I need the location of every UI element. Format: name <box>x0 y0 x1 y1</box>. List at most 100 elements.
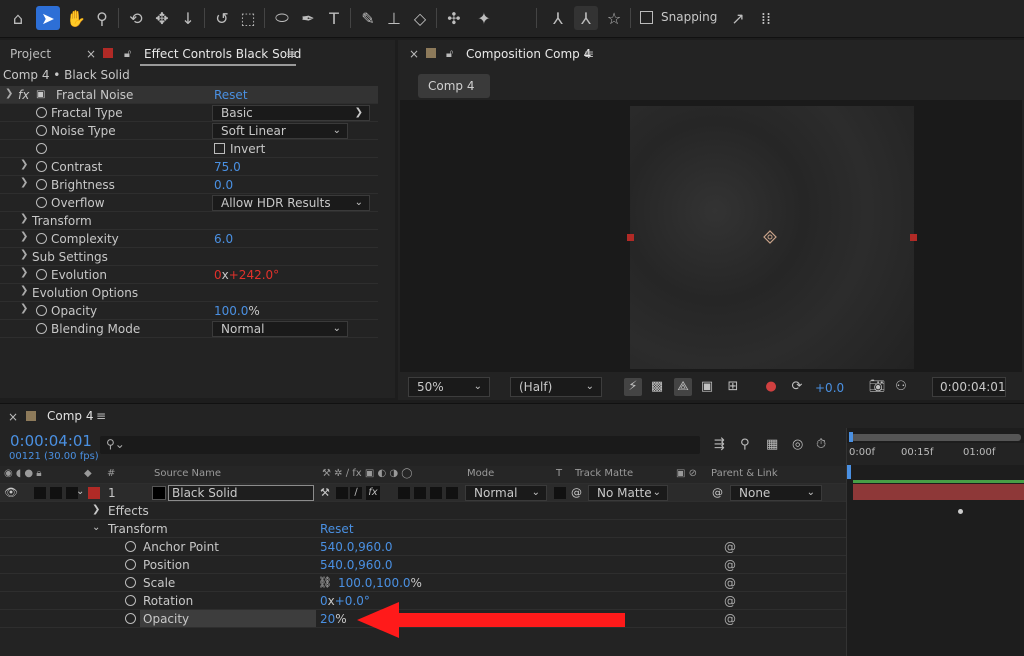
guides-icon[interactable]: ⊞ <box>724 378 742 396</box>
region-of-interest-icon[interactable]: ▣ <box>698 378 716 396</box>
layer-name-field[interactable]: Black Solid <box>168 485 314 501</box>
mask-path-icon[interactable]: ⟁ <box>674 378 692 396</box>
expression-pickwhip-icon[interactable]: @ <box>724 540 736 554</box>
snapshot-camera-icon[interactable]: 📷︎ <box>868 378 886 396</box>
stopwatch-icon[interactable] <box>36 107 47 118</box>
source-name-header[interactable]: Source Name <box>154 468 221 479</box>
eraser-tool-icon[interactable]: ◇ <box>408 6 432 30</box>
exposure-value[interactable]: +0.0 <box>815 381 844 395</box>
panel-menu-icon[interactable]: ≡ <box>584 47 594 61</box>
stopwatch-icon[interactable] <box>36 305 47 316</box>
anchor-point-icon[interactable] <box>763 230 777 244</box>
transform-reset-link[interactable]: Reset <box>320 522 354 536</box>
layer-handle-left[interactable] <box>627 234 634 241</box>
stopwatch-icon[interactable] <box>36 323 47 334</box>
stopwatch-icon[interactable] <box>36 233 47 244</box>
show-snapshot-icon[interactable]: ⚇ <box>892 378 910 396</box>
timeline-tracks[interactable]: 0:00f 00:15f 01:00f <box>846 428 1024 656</box>
twirl-down-icon[interactable]: ⌄ <box>76 486 84 497</box>
scale-value[interactable]: 100.0,100.0% <box>338 576 422 590</box>
expression-pickwhip-icon[interactable]: @ <box>724 612 736 626</box>
lock-icon[interactable]: 🔓︎ <box>124 47 131 61</box>
lock-icon[interactable]: 🔓︎ <box>446 47 453 61</box>
stopwatch-icon[interactable] <box>125 577 136 588</box>
twirl-icon[interactable]: ❯ <box>20 213 28 224</box>
complexity-value[interactable]: 6.0 <box>214 232 233 246</box>
selection-tool-icon[interactable]: ➤ <box>36 6 60 30</box>
transparency-grid-icon[interactable]: ▩ <box>648 378 666 396</box>
anchor-point-value[interactable]: 540.0,960.0 <box>320 540 393 554</box>
preserve-transparency-toggle[interactable] <box>554 487 566 499</box>
clone-stamp-icon[interactable]: ⊥ <box>382 6 406 30</box>
twirl-icon[interactable]: ❯ <box>20 159 28 170</box>
close-tab-icon[interactable]: × <box>8 410 18 424</box>
group-row-transform[interactable]: ❯ Transform <box>0 212 378 230</box>
snap-arrow-icon[interactable]: ↗ <box>726 6 750 30</box>
twirl-down-icon[interactable]: ⌄ <box>92 522 100 533</box>
stopwatch-icon[interactable] <box>36 161 47 172</box>
hand-tool-icon[interactable]: ✋ <box>64 6 88 30</box>
resolution-dropdown[interactable]: (Half) ⌄ <box>510 377 602 397</box>
dolly-camera-icon[interactable]: ↓ <box>176 6 200 30</box>
stopwatch-icon[interactable] <box>36 197 47 208</box>
color-channels-icon[interactable]: ● <box>762 378 780 396</box>
fractal-type-dropdown[interactable]: Basic ❯ <box>212 105 370 121</box>
type-tool-icon[interactable]: T <box>322 6 346 30</box>
twirl-icon[interactable]: ❯ <box>20 267 28 278</box>
comp-canvas[interactable] <box>627 106 917 369</box>
current-time-display[interactable]: 0:00:04:01 <box>932 377 1006 397</box>
frame-blend-switch[interactable] <box>398 487 410 499</box>
zoom-tool-icon[interactable]: ⚲ <box>90 6 114 30</box>
close-tab-icon[interactable]: × <box>86 47 96 61</box>
stopwatch-icon[interactable] <box>36 179 47 190</box>
stopwatch-icon[interactable] <box>125 613 136 624</box>
graph-editor-icon[interactable]: ⏱ <box>816 437 826 452</box>
noise-type-dropdown[interactable]: Soft Linear ⌄ <box>212 123 348 139</box>
tab-timeline-comp[interactable]: Comp 4 <box>47 409 93 423</box>
constrain-link-icon[interactable]: ⛓ <box>318 576 332 589</box>
stopwatch-icon[interactable] <box>36 269 47 280</box>
opacity-value[interactable]: 20% <box>320 612 347 626</box>
position-value[interactable]: 540.0,960.0 <box>320 558 393 572</box>
effect-reset-link[interactable]: Reset <box>214 88 248 102</box>
twirl-icon[interactable]: ❯ <box>20 303 28 314</box>
fx-switch[interactable]: fx <box>366 486 380 500</box>
stopwatch-icon[interactable] <box>125 559 136 570</box>
comp-flowchart-icon[interactable]: ⇶ <box>714 437 725 452</box>
matte-pickwhip-icon[interactable]: @ <box>571 486 582 499</box>
group-row-effects[interactable]: ❯ Effects <box>0 502 846 520</box>
solo-toggle[interactable] <box>50 487 62 499</box>
time-ruler[interactable]: 0:00f 00:15f 01:00f <box>847 443 1024 465</box>
quality-switch[interactable]: ∕ <box>350 487 362 499</box>
layer-search-input[interactable]: ⚲⌄ <box>100 436 700 454</box>
stopwatch-icon[interactable] <box>36 143 47 154</box>
roto-brush-icon[interactable]: ✣ <box>442 6 466 30</box>
puppet-pin-icon[interactable]: ✦ <box>472 6 496 30</box>
brush-tool-icon[interactable]: ✎ <box>356 6 380 30</box>
rotate-tool-icon[interactable]: ↺ <box>210 6 234 30</box>
expression-pickwhip-icon[interactable]: @ <box>724 576 736 590</box>
group-row-sub-settings[interactable]: ❯ Sub Settings <box>0 248 378 266</box>
stopwatch-icon[interactable] <box>125 595 136 606</box>
orbit-camera-icon[interactable]: ⟲ <box>124 6 148 30</box>
reset-exposure-icon[interactable]: ⟳ <box>788 378 806 396</box>
layer-label-color[interactable] <box>88 487 100 499</box>
twirl-icon[interactable]: ❯ <box>20 231 28 242</box>
evolution-value[interactable]: 0x+242.0° <box>214 268 279 282</box>
timeline-timecode[interactable]: 0:00:04:01 <box>10 432 92 450</box>
snapping-checkbox[interactable] <box>640 11 653 24</box>
home-icon[interactable]: ⌂ <box>6 6 30 30</box>
tab-effect-controls[interactable]: Effect Controls Black Solid <box>144 47 301 61</box>
twirl-icon[interactable]: ❯ <box>92 504 100 515</box>
twirl-down-icon[interactable]: ❯ <box>5 88 13 99</box>
snap-grid-icon[interactable]: ⁞⁞ <box>754 6 778 30</box>
composition-viewer[interactable] <box>400 100 1022 372</box>
twirl-icon[interactable]: ❯ <box>20 177 28 188</box>
pan-camera-icon[interactable]: ✥ <box>150 6 174 30</box>
shy-layers-icon[interactable]: ⚲ <box>740 437 750 452</box>
stopwatch-icon[interactable] <box>125 541 136 552</box>
comp-breadcrumb-chip[interactable]: Comp 4 <box>418 74 490 98</box>
motion-blur-switch[interactable] <box>414 487 426 499</box>
panel-menu-icon[interactable]: ≡ <box>96 409 106 423</box>
layer-duration-bar[interactable] <box>853 484 1024 500</box>
